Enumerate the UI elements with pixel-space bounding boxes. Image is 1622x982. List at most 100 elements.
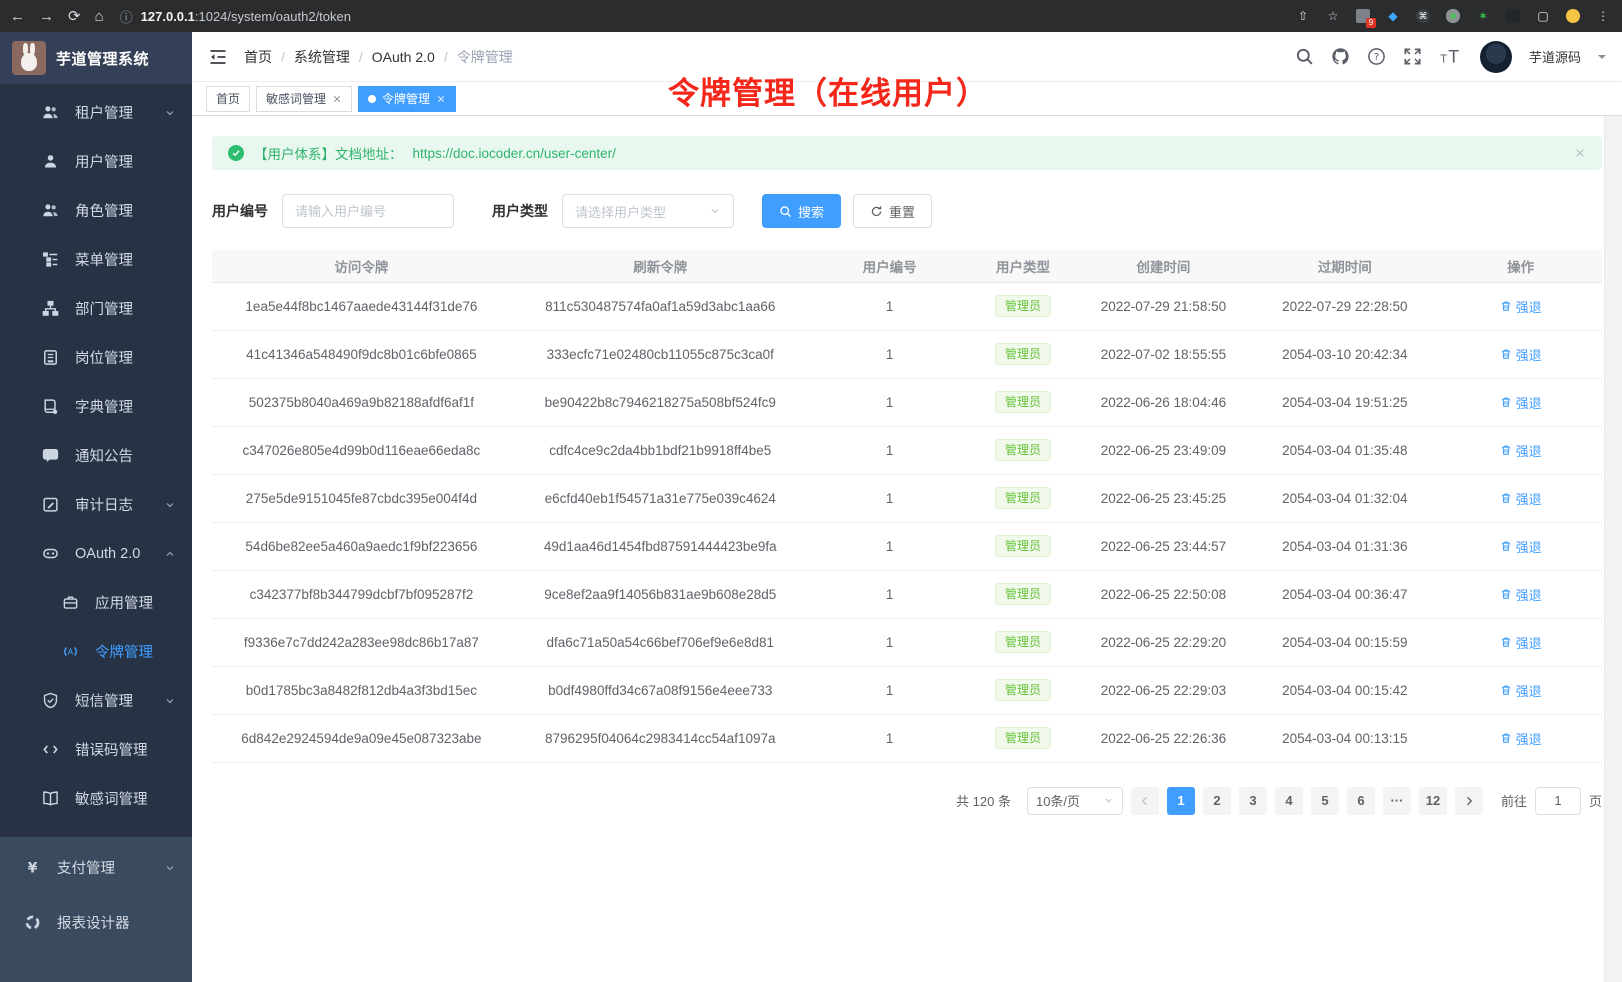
page-button-5[interactable]: 5	[1311, 787, 1339, 815]
breadcrumb-home[interactable]: 首页	[244, 47, 272, 67]
sidebar-item-dept[interactable]: 部门管理	[0, 284, 192, 333]
chevron-left-icon	[1139, 795, 1151, 807]
search-button[interactable]: 搜索	[762, 194, 841, 228]
user-type-badge: 管理员	[995, 727, 1051, 749]
share-icon[interactable]: ⇧	[1294, 7, 1312, 25]
page-button-6[interactable]: 6	[1347, 787, 1375, 815]
font-size-icon[interactable]	[1439, 47, 1463, 66]
close-icon[interactable]	[436, 94, 446, 104]
close-icon[interactable]	[332, 94, 342, 104]
active-dot-icon	[368, 95, 376, 103]
col-actions: 操作	[1439, 250, 1602, 282]
page-button-3[interactable]: 3	[1239, 787, 1267, 815]
trash-icon	[1500, 396, 1512, 408]
browser-menu-icon[interactable]: ⋮	[1594, 7, 1612, 25]
sidebar-item-report-designer[interactable]: 报表设计器	[0, 898, 192, 947]
force-logout-button[interactable]: 强退	[1500, 681, 1542, 700]
prev-page-button[interactable]	[1131, 787, 1159, 815]
browser-back-button[interactable]: ←	[10, 9, 25, 24]
col-user-type: 用户类型	[970, 250, 1077, 282]
extension-icon[interactable]: ⌘	[1414, 7, 1432, 25]
sidebar-item-payment[interactable]: 支付管理	[0, 843, 192, 892]
expire-time-cell: 2054-03-04 00:36:47	[1250, 570, 1439, 618]
bookmark-star-icon[interactable]: ☆	[1324, 7, 1342, 25]
breadcrumb-system[interactable]: 系统管理	[294, 47, 350, 67]
sidebar-item-oauth-token[interactable]: 令牌管理	[0, 627, 192, 676]
sidebar-item-oauth-app[interactable]: 应用管理	[0, 578, 192, 627]
expire-time-cell: 2054-03-10 20:42:34	[1250, 330, 1439, 378]
force-logout-button[interactable]: 强退	[1500, 729, 1542, 748]
extension-icon[interactable]	[1504, 7, 1522, 25]
sidebar-item-sms[interactable]: 短信管理	[0, 676, 192, 725]
sidebar-item-dict[interactable]: 字典管理	[0, 382, 192, 431]
sidebar-item-role[interactable]: 角色管理	[0, 186, 192, 235]
force-logout-button[interactable]: 强退	[1500, 393, 1542, 412]
force-logout-button[interactable]: 强退	[1500, 297, 1542, 316]
more-pages-button[interactable]: ···	[1383, 787, 1411, 815]
address-bar[interactable]: ⓘ 127.0.0.1:1024/system/oauth2/token	[120, 7, 1294, 26]
extension-icon[interactable]	[1444, 7, 1462, 25]
page-button-1[interactable]: 1	[1167, 787, 1195, 815]
force-logout-button[interactable]: 强退	[1500, 345, 1542, 364]
browser-refresh-button[interactable]: ⟳	[68, 9, 81, 24]
sidebar-item-user[interactable]: 用户管理	[0, 137, 192, 186]
force-logout-button[interactable]: 强退	[1500, 441, 1542, 460]
page-button-4[interactable]: 4	[1275, 787, 1303, 815]
table-row: b0d1785bc3a8482f812db4a3f3bd15ec b0df498…	[212, 666, 1602, 714]
tab-token[interactable]: 令牌管理	[358, 86, 456, 112]
force-logout-button[interactable]: 强退	[1500, 585, 1542, 604]
chevron-down-icon[interactable]	[1598, 55, 1606, 63]
browser-forward-button[interactable]: →	[39, 9, 54, 24]
sidebar-fold-icon[interactable]	[208, 47, 228, 67]
extension-icon[interactable]: ◆	[1384, 7, 1402, 25]
force-logout-button[interactable]: 强退	[1500, 489, 1542, 508]
shield-icon	[42, 692, 59, 709]
force-logout-button[interactable]: 强退	[1500, 633, 1542, 652]
app-logo-bar[interactable]: 芋道管理系统	[0, 32, 192, 84]
sidebar-item-post[interactable]: 岗位管理	[0, 333, 192, 382]
user-type-select[interactable]: 请选择用户类型	[562, 194, 734, 228]
doc-link[interactable]: https://doc.iocoder.cn/user-center/	[413, 146, 616, 161]
extension-icon[interactable]: ✶	[1474, 7, 1492, 25]
sidebar-item-menu[interactable]: 菜单管理	[0, 235, 192, 284]
search-icon[interactable]	[1295, 47, 1314, 66]
fullscreen-icon[interactable]	[1403, 47, 1422, 66]
tab-home[interactable]: 首页	[206, 86, 250, 112]
user-avatar[interactable]	[1480, 41, 1512, 73]
page-button-12[interactable]: 12	[1419, 787, 1447, 815]
user-id-input[interactable]	[282, 194, 454, 228]
sidebar-item-audit-log[interactable]: 审计日志	[0, 480, 192, 529]
table-row: f9336e7c7dd242a283ee98dc86b17a87 dfa6c71…	[212, 618, 1602, 666]
chevron-down-icon	[164, 107, 176, 119]
sidebar-menu: 租户管理 用户管理 角色管理 菜单管理 部门管理 岗位管理 字典管理 通知公告 …	[0, 84, 192, 823]
page-button-2[interactable]: 2	[1203, 787, 1231, 815]
profile-avatar-icon[interactable]	[1564, 7, 1582, 25]
extension-icon[interactable]: ▢	[1534, 7, 1552, 25]
sidebar-item-sensitive-word[interactable]: 敏感词管理	[0, 774, 192, 823]
sidebar-item-error-code[interactable]: 错误码管理	[0, 725, 192, 774]
browser-chrome: ← → ⟳ ⌂ ⓘ 127.0.0.1:1024/system/oauth2/t…	[0, 0, 1622, 32]
next-page-button[interactable]	[1455, 787, 1483, 815]
refresh-token-cell: 811c530487574fa0af1a59d3abc1aa66	[511, 282, 810, 330]
help-icon[interactable]	[1367, 47, 1386, 66]
scrollbar[interactable]	[1604, 116, 1622, 982]
github-icon[interactable]	[1331, 47, 1350, 66]
user-icon	[42, 153, 59, 170]
force-logout-button[interactable]: 强退	[1500, 537, 1542, 556]
search-icon	[779, 205, 792, 218]
sidebar-item-notice[interactable]: 通知公告	[0, 431, 192, 480]
extension-icon[interactable]: 9	[1354, 7, 1372, 25]
reset-button[interactable]: 重置	[853, 194, 932, 228]
create-time-cell: 2022-06-25 23:45:25	[1077, 474, 1251, 522]
goto-page-input[interactable]	[1535, 787, 1581, 815]
page-size-select[interactable]: 10条/页	[1027, 787, 1123, 815]
sidebar-item-oauth[interactable]: OAuth 2.0	[0, 529, 192, 578]
browser-home-button[interactable]: ⌂	[95, 9, 104, 24]
breadcrumb-oauth[interactable]: OAuth 2.0	[372, 49, 435, 65]
close-icon[interactable]	[1574, 147, 1586, 159]
page-content: 【用户体系】文档地址： https://doc.iocoder.cn/user-…	[192, 116, 1622, 982]
alert-message: 【用户体系】文档地址：	[254, 143, 403, 163]
site-info-icon[interactable]: ⓘ	[120, 7, 133, 26]
tab-sensitive-word[interactable]: 敏感词管理	[256, 86, 352, 112]
sidebar-item-tenant[interactable]: 租户管理	[0, 88, 192, 137]
